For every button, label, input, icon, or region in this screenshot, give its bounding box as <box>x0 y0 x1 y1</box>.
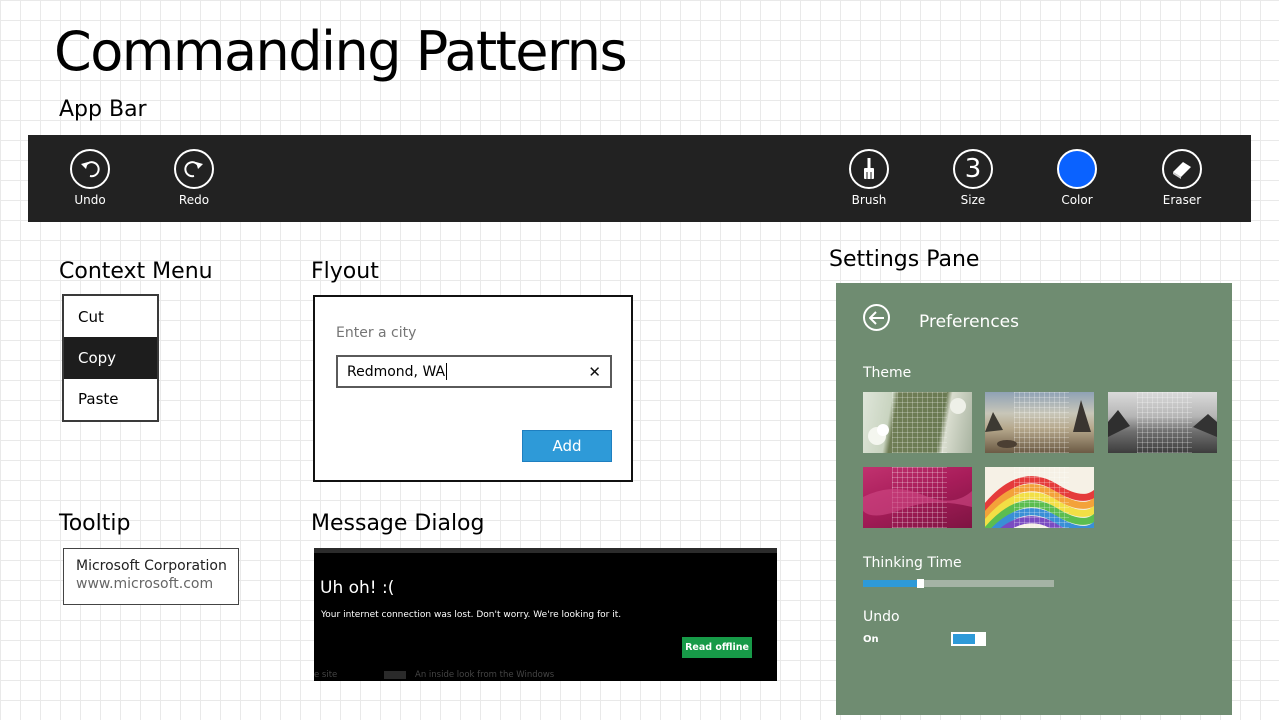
read-offline-button[interactable]: Read offline <box>682 637 752 658</box>
thinking-time-label: Thinking Time <box>863 555 962 571</box>
color-swatch-icon <box>1057 149 1097 189</box>
dialog-background-strip: e site An inside look from the Windows <box>314 668 777 681</box>
context-menu-item-cut[interactable]: Cut <box>64 296 157 337</box>
city-field-label: Enter a city <box>336 325 417 341</box>
section-label-tooltip: Tooltip <box>59 511 131 536</box>
eraser-icon <box>1173 162 1191 179</box>
undo-setting-label: Undo <box>863 609 900 625</box>
app-bar: Undo Redo Brush 3 Size Color Eraser <box>28 135 1251 222</box>
rainbow-theme[interactable] <box>985 467 1094 528</box>
tooltip-url: www.microsoft.com <box>76 576 214 592</box>
flower-icon <box>868 398 966 445</box>
size-button[interactable]: 3 Size <box>933 149 1013 207</box>
wave-icon <box>863 488 972 516</box>
clear-icon[interactable]: ✕ <box>588 363 601 381</box>
section-label-context-menu: Context Menu <box>59 259 213 284</box>
section-label-message-dialog: Message Dialog <box>311 511 485 536</box>
brush-icon <box>864 158 874 179</box>
eraser-label: Eraser <box>1162 193 1202 207</box>
background-text-2: An inside look from the Windows <box>415 670 555 680</box>
beach-theme[interactable] <box>985 392 1094 453</box>
color-label: Color <box>1061 193 1093 207</box>
back-arrow-icon <box>868 310 884 325</box>
text-caret <box>446 363 448 380</box>
theme-label: Theme <box>863 365 912 381</box>
redo-icon <box>184 161 203 178</box>
dialog-message: Your internet connection was lost. Don't… <box>321 610 622 620</box>
settings-title: Preferences <box>919 312 1019 332</box>
back-button[interactable] <box>863 304 890 331</box>
undo-state-label: On <box>863 634 879 645</box>
undo-label: Undo <box>74 193 106 207</box>
section-label-app-bar: App Bar <box>59 97 147 122</box>
city-input-value: Redmond, WA <box>347 363 446 380</box>
context-menu: Cut Copy Paste <box>62 294 159 422</box>
rock-icon <box>985 400 1091 448</box>
magenta-theme[interactable] <box>863 467 972 528</box>
dialog-title: Uh oh! :( <box>320 578 395 598</box>
undo-button[interactable]: Undo <box>50 149 130 207</box>
toggle-fill <box>953 634 975 644</box>
context-menu-item-copy[interactable]: Copy <box>64 337 157 379</box>
thinking-time-slider[interactable] <box>863 579 1054 588</box>
toggle-thumb <box>977 632 985 646</box>
flyout: Enter a city Redmond, WA ✕ Add <box>313 295 633 482</box>
grayscale-coast-theme[interactable] <box>1108 392 1217 453</box>
dialog-top-bar <box>314 548 777 553</box>
section-label-flyout: Flyout <box>311 259 379 284</box>
slider-fill <box>863 580 921 587</box>
undo-toggle[interactable] <box>951 632 986 646</box>
settings-pane: Preferences Theme Thinking Time Undo On <box>836 283 1232 715</box>
size-icon: 3 <box>953 149 993 189</box>
size-value: 3 <box>964 154 982 184</box>
brush-label: Brush <box>851 193 887 207</box>
page-title: Commanding Patterns <box>54 20 628 83</box>
undo-icon <box>81 161 100 178</box>
slider-thumb[interactable] <box>917 579 925 588</box>
tooltip-title: Microsoft Corporation <box>76 558 227 574</box>
brush-button[interactable]: Brush <box>829 149 909 207</box>
background-text-1: e site <box>314 670 338 680</box>
eraser-button[interactable]: Eraser <box>1142 149 1222 207</box>
color-button[interactable]: Color <box>1037 149 1117 207</box>
tooltip: Microsoft Corporation www.microsoft.com <box>63 548 239 605</box>
redo-button[interactable]: Redo <box>154 149 234 207</box>
add-button[interactable]: Add <box>522 430 612 462</box>
section-label-settings-pane: Settings Pane <box>829 247 980 272</box>
cliff-icon <box>1108 410 1217 437</box>
background-thumbnail <box>384 671 406 679</box>
message-dialog: Uh oh! :( Your internet connection was l… <box>314 548 777 681</box>
redo-label: Redo <box>178 193 210 207</box>
size-label: Size <box>960 193 986 207</box>
green-floral-theme[interactable] <box>863 392 972 453</box>
context-menu-item-paste[interactable]: Paste <box>64 379 157 420</box>
city-input[interactable]: Redmond, WA ✕ <box>336 355 612 388</box>
